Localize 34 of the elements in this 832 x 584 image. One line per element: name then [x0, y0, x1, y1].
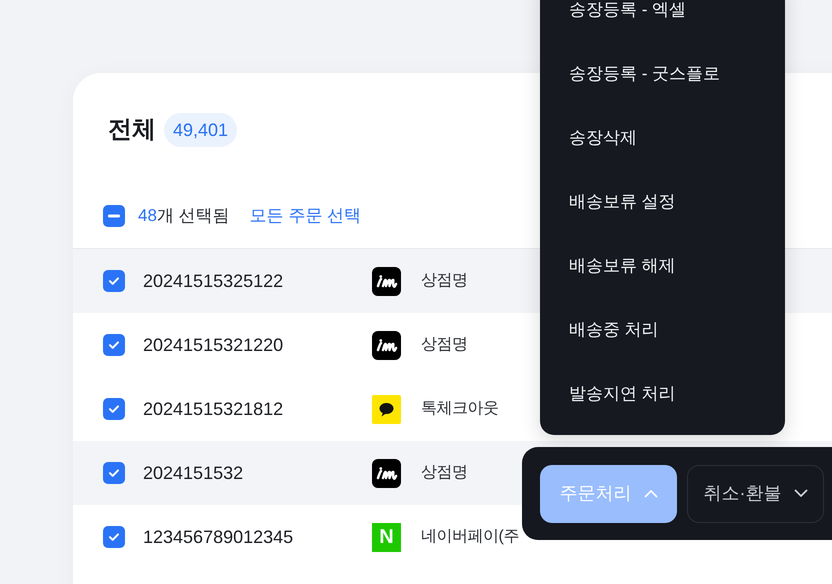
menu-item[interactable]: 발송지연 처리	[540, 362, 785, 426]
select-all-link[interactable]: 모든 주문 선택	[250, 203, 362, 229]
store-name: 상점명	[421, 271, 468, 291]
order-number: 123456789012345	[143, 526, 294, 548]
page-title: 전체	[108, 115, 156, 145]
checkbox[interactable]	[103, 270, 125, 292]
menu-item[interactable]: 송장삭제	[540, 106, 785, 170]
store-logo-icon: N	[372, 522, 401, 552]
chevron-down-icon	[794, 489, 808, 498]
order-number: 20241515325122	[143, 270, 284, 292]
menu-item[interactable]: 송장등록 - 엑셀	[540, 0, 785, 42]
order-number: 2024151532	[143, 462, 244, 484]
menu-item[interactable]: 배송보류 설정	[540, 170, 785, 234]
checkbox[interactable]	[103, 526, 125, 548]
store-name: 톡체크아웃	[421, 399, 500, 419]
speech-bubble-icon	[372, 394, 401, 424]
action-button[interactable]: 취소·환불	[687, 464, 824, 522]
store-logo-icon	[372, 266, 401, 296]
store-name: 네이버페이(주	[421, 527, 520, 547]
selected-count: 48개 선택됨	[138, 205, 230, 228]
minus-icon	[108, 214, 120, 218]
checkbox[interactable]	[103, 398, 125, 420]
store-name: 상점명	[421, 463, 468, 483]
checkbox[interactable]	[103, 462, 125, 484]
order-number: 20241515321220	[143, 334, 284, 356]
count-badge: 49,401	[164, 113, 238, 147]
store-logo-icon	[372, 458, 401, 488]
store-logo-icon	[372, 330, 401, 360]
checkbox[interactable]	[103, 205, 125, 227]
store-name: 상점명	[421, 335, 468, 355]
menu-item[interactable]: 송장등록 - 굿스플로	[540, 42, 785, 106]
order-number: 20241515321812	[143, 398, 284, 420]
checkbox[interactable]	[103, 334, 125, 356]
chevron-up-icon	[644, 489, 658, 498]
